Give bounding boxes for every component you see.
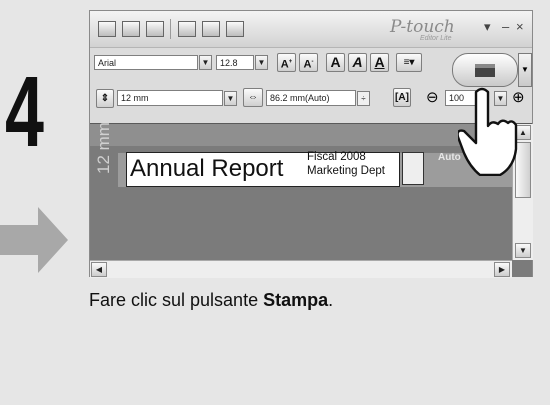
instruction-button-name: Stampa xyxy=(263,290,329,310)
label-length-field[interactable]: 86.2 mm(Auto) xyxy=(266,90,356,106)
zoom-out-icon[interactable]: ⊖ xyxy=(426,90,439,105)
app-logo-sub: Editor Lite xyxy=(420,35,452,42)
instruction-text: Fare clic sul pulsante Stampa. xyxy=(89,290,333,311)
printer-icon xyxy=(475,64,495,77)
open-folder-icon[interactable] xyxy=(122,21,140,37)
save-icon[interactable] xyxy=(146,21,164,37)
insert-frame-icon[interactable] xyxy=(226,21,244,37)
tape-width-ruler: 12 mm xyxy=(94,122,113,174)
step-number: 4 xyxy=(5,56,44,168)
bold-button[interactable]: A xyxy=(326,53,345,72)
font-size-field[interactable]: 12.8 xyxy=(216,55,254,70)
minimize-button[interactable]: – xyxy=(502,19,509,34)
close-button[interactable]: × xyxy=(516,19,524,34)
title-bar: P-touch Editor Lite ▾ – × xyxy=(90,11,532,48)
canvas-background xyxy=(90,124,512,146)
insert-image-icon[interactable] xyxy=(202,21,220,37)
toolbar-separator xyxy=(170,19,171,39)
instruction-suffix: . xyxy=(328,290,334,310)
italic-button[interactable]: A xyxy=(348,53,367,72)
instruction-prefix: Fare clic sul pulsante xyxy=(89,290,264,310)
tape-width-field[interactable]: 12 mm xyxy=(117,90,223,106)
new-label-icon[interactable] xyxy=(98,21,116,37)
menu-arrow-icon[interactable]: ▾ xyxy=(484,19,491,35)
tape-width-icon: ⇕ xyxy=(96,89,114,108)
tape-width-dropdown-icon[interactable]: ▼ xyxy=(224,91,237,106)
font-size-dropdown-icon[interactable]: ▼ xyxy=(255,55,268,70)
label-line-2[interactable]: Marketing Dept xyxy=(307,165,385,177)
font-name-dropdown-icon[interactable]: ▼ xyxy=(199,55,212,70)
label-length-spinner-icon[interactable]: ÷ xyxy=(357,91,370,106)
increase-font-size-button[interactable]: A+ xyxy=(277,53,296,72)
font-name-field[interactable]: Arial xyxy=(94,55,198,70)
insert-text-icon[interactable] xyxy=(178,21,196,37)
frame-text-button[interactable]: A xyxy=(370,53,389,72)
horizontal-scrollbar[interactable]: ◀ ▶ xyxy=(90,260,512,278)
app-logo: P-touch xyxy=(390,17,455,37)
print-button[interactable] xyxy=(452,53,518,87)
decrease-font-size-button[interactable]: A- xyxy=(299,53,318,72)
arrow-right-icon xyxy=(0,207,68,273)
label-line-1[interactable]: Fiscal 2008 xyxy=(307,151,366,163)
label-length-icon: ⇔ xyxy=(243,88,263,107)
text-properties-icon[interactable] xyxy=(402,152,424,185)
scroll-down-icon[interactable]: ▼ xyxy=(515,243,531,258)
print-options-button[interactable]: ▼ xyxy=(518,53,532,87)
text-align-button[interactable]: ≡▾ xyxy=(396,53,422,72)
scroll-right-icon[interactable]: ▶ xyxy=(494,262,510,277)
hand-cursor-icon xyxy=(458,87,518,176)
label-main-text[interactable]: Annual Report xyxy=(128,154,286,184)
fit-text-button[interactable]: [A] xyxy=(393,88,411,107)
scroll-left-icon[interactable]: ◀ xyxy=(91,262,107,277)
